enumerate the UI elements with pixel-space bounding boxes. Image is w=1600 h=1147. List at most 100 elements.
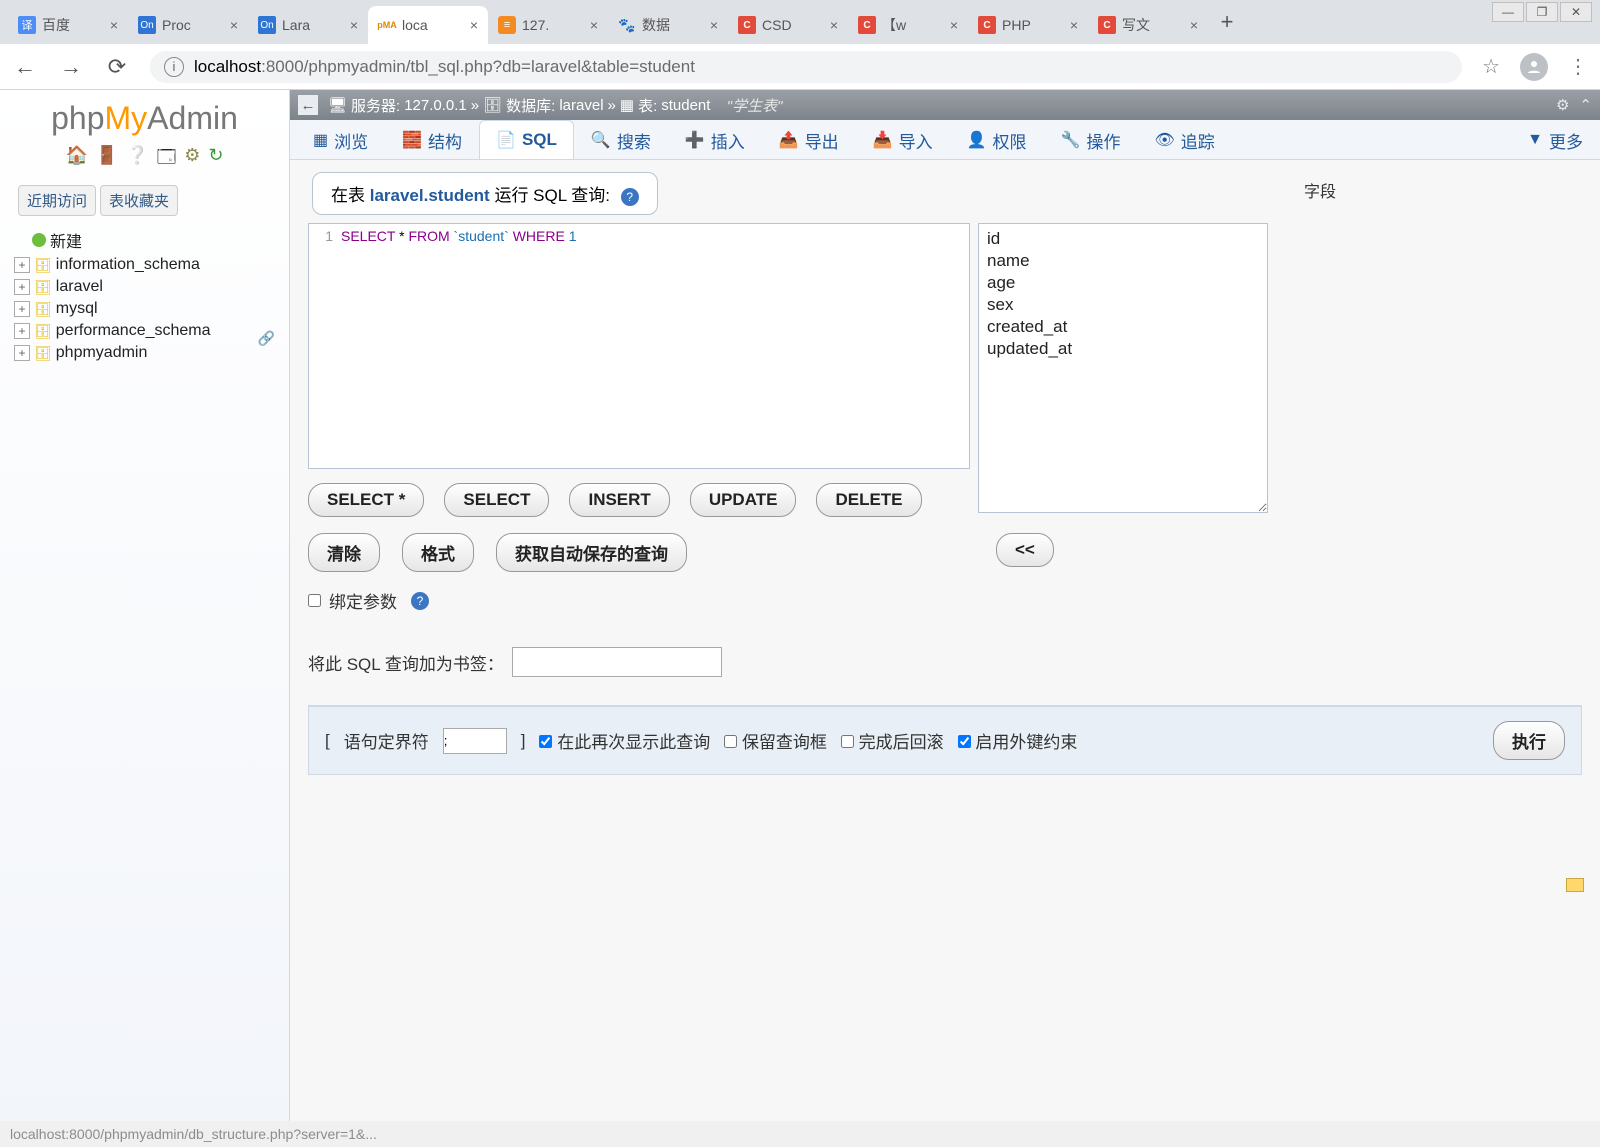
- window-minimize-button[interactable]: —: [1492, 2, 1524, 22]
- tab-export[interactable]: 📤导出: [762, 120, 856, 159]
- close-icon[interactable]: ×: [590, 17, 598, 33]
- favorites-tab[interactable]: 表收藏夹: [100, 185, 178, 216]
- crumb-server[interactable]: 127.0.0.1: [404, 97, 467, 114]
- tab-privileges[interactable]: 👤权限: [950, 120, 1044, 159]
- delete-button[interactable]: DELETE: [816, 483, 921, 517]
- link-icon[interactable]: 🔗: [258, 330, 275, 347]
- field-item[interactable]: updated_at: [987, 338, 1259, 360]
- tree-new[interactable]: 新建: [8, 226, 283, 254]
- show-again-option[interactable]: 在此再次显示此查询: [539, 728, 710, 753]
- field-item[interactable]: name: [987, 250, 1259, 272]
- format-button[interactable]: 格式: [402, 533, 474, 572]
- help-icon[interactable]: ?: [411, 592, 429, 610]
- window-maximize-button[interactable]: ❐: [1526, 2, 1558, 22]
- tab-sql[interactable]: 📄SQL: [479, 120, 574, 159]
- close-icon[interactable]: ×: [230, 17, 238, 33]
- bookmark-star-icon[interactable]: ☆: [1482, 54, 1500, 79]
- collapse-icon[interactable]: ⌃: [1579, 96, 1592, 114]
- profile-avatar[interactable]: [1520, 53, 1548, 81]
- close-icon[interactable]: ×: [350, 17, 358, 33]
- logout-icon[interactable]: 🚪: [96, 145, 118, 175]
- browser-tab[interactable]: C写文×: [1088, 6, 1208, 44]
- crumb-db[interactable]: laravel: [559, 97, 603, 114]
- close-icon[interactable]: ×: [110, 17, 118, 33]
- reload-button[interactable]: ⟳: [104, 54, 130, 80]
- expand-icon[interactable]: +: [14, 345, 30, 361]
- browser-tab[interactable]: CPHP×: [968, 6, 1088, 44]
- expand-icon[interactable]: +: [14, 279, 30, 295]
- browser-tab[interactable]: ≡127.×: [488, 6, 608, 44]
- expand-icon[interactable]: +: [14, 323, 30, 339]
- browser-tab[interactable]: OnLara×: [248, 6, 368, 44]
- fk-checkbox[interactable]: [958, 735, 971, 748]
- tab-more[interactable]: ▼更多: [1510, 120, 1600, 159]
- browser-tab[interactable]: 译百度×: [8, 6, 128, 44]
- new-tab-button[interactable]: +: [1212, 7, 1242, 37]
- browser-tab[interactable]: 🐾数据×: [608, 6, 728, 44]
- close-icon[interactable]: ×: [1070, 17, 1078, 33]
- home-icon[interactable]: 🏠: [65, 145, 87, 175]
- bookmark-input[interactable]: [512, 647, 722, 677]
- reload-icon[interactable]: ↻: [208, 145, 223, 175]
- browser-tab[interactable]: OnProc×: [128, 6, 248, 44]
- nav-collapse-icon[interactable]: ←: [298, 95, 318, 115]
- gear-icon[interactable]: ⚙: [1556, 96, 1569, 114]
- panel-title-link[interactable]: laravel.student: [370, 186, 490, 205]
- recent-tab[interactable]: 近期访问: [18, 185, 96, 216]
- insert-sql-button[interactable]: INSERT: [569, 483, 669, 517]
- expand-icon[interactable]: +: [14, 257, 30, 273]
- tree-db[interactable]: +🗄performance_schema: [8, 320, 283, 342]
- tab-search[interactable]: 🔍搜索: [574, 120, 668, 159]
- browser-tab-active[interactable]: pMAloca×: [368, 6, 488, 44]
- field-item[interactable]: id: [987, 228, 1259, 250]
- console-icon[interactable]: [1566, 878, 1584, 892]
- site-info-icon[interactable]: i: [164, 57, 184, 77]
- crumb-table[interactable]: student: [661, 97, 710, 114]
- tree-db[interactable]: +🗄mysql: [8, 298, 283, 320]
- tree-db[interactable]: +🗄phpmyadmin: [8, 342, 283, 364]
- docs-icon[interactable]: ❔: [126, 145, 148, 175]
- keep-box-option[interactable]: 保留查询框: [724, 728, 827, 753]
- select-star-button[interactable]: SELECT *: [308, 483, 424, 517]
- fields-list[interactable]: id name age sex created_at updated_at: [978, 223, 1268, 513]
- close-icon[interactable]: ×: [830, 17, 838, 33]
- bind-params-checkbox[interactable]: [308, 594, 321, 607]
- help-icon[interactable]: ?: [621, 188, 639, 206]
- url-input[interactable]: i localhost:8000/phpmyadmin/tbl_sql.php?…: [150, 51, 1462, 83]
- tab-structure[interactable]: 🧱结构: [385, 120, 479, 159]
- close-icon[interactable]: ×: [1190, 17, 1198, 33]
- tab-insert[interactable]: ➕插入: [668, 120, 762, 159]
- window-close-button[interactable]: ✕: [1560, 2, 1592, 22]
- rollback-checkbox[interactable]: [841, 735, 854, 748]
- browser-menu-icon[interactable]: ⋮: [1568, 54, 1588, 79]
- sql-editor[interactable]: 1 SELECT * FROM `student` WHERE 1: [308, 223, 970, 469]
- go-button[interactable]: 执行: [1493, 721, 1565, 760]
- autosave-button[interactable]: 获取自动保存的查询: [496, 533, 687, 572]
- clear-button[interactable]: 清除: [308, 533, 380, 572]
- select-button[interactable]: SELECT: [444, 483, 549, 517]
- field-item[interactable]: created_at: [987, 316, 1259, 338]
- tab-operations[interactable]: 🔧操作: [1044, 120, 1138, 159]
- fk-option[interactable]: 启用外键约束: [958, 728, 1078, 753]
- field-item[interactable]: age: [987, 272, 1259, 294]
- delimiter-input[interactable]: [443, 728, 507, 754]
- close-icon[interactable]: ×: [710, 17, 718, 33]
- tab-import[interactable]: 📥导入: [856, 120, 950, 159]
- insert-field-button[interactable]: <<: [996, 533, 1054, 567]
- sql-icon[interactable]: 🗔: [157, 145, 177, 175]
- browser-tab[interactable]: C【w×: [848, 6, 968, 44]
- tab-tracking[interactable]: 👁追踪: [1137, 120, 1231, 159]
- close-icon[interactable]: ×: [470, 17, 478, 33]
- expand-icon[interactable]: +: [14, 301, 30, 317]
- keep-box-checkbox[interactable]: [724, 735, 737, 748]
- field-item[interactable]: sex: [987, 294, 1259, 316]
- show-again-checkbox[interactable]: [539, 735, 552, 748]
- forward-button[interactable]: →: [58, 54, 84, 80]
- tree-db[interactable]: +🗄information_schema: [8, 254, 283, 276]
- tree-db[interactable]: +🗄laravel: [8, 276, 283, 298]
- browser-tab[interactable]: CCSD×: [728, 6, 848, 44]
- tab-browse[interactable]: ▦浏览: [296, 120, 385, 159]
- update-button[interactable]: UPDATE: [690, 483, 797, 517]
- rollback-option[interactable]: 完成后回滚: [841, 728, 944, 753]
- settings-icon[interactable]: ⚙: [184, 145, 200, 175]
